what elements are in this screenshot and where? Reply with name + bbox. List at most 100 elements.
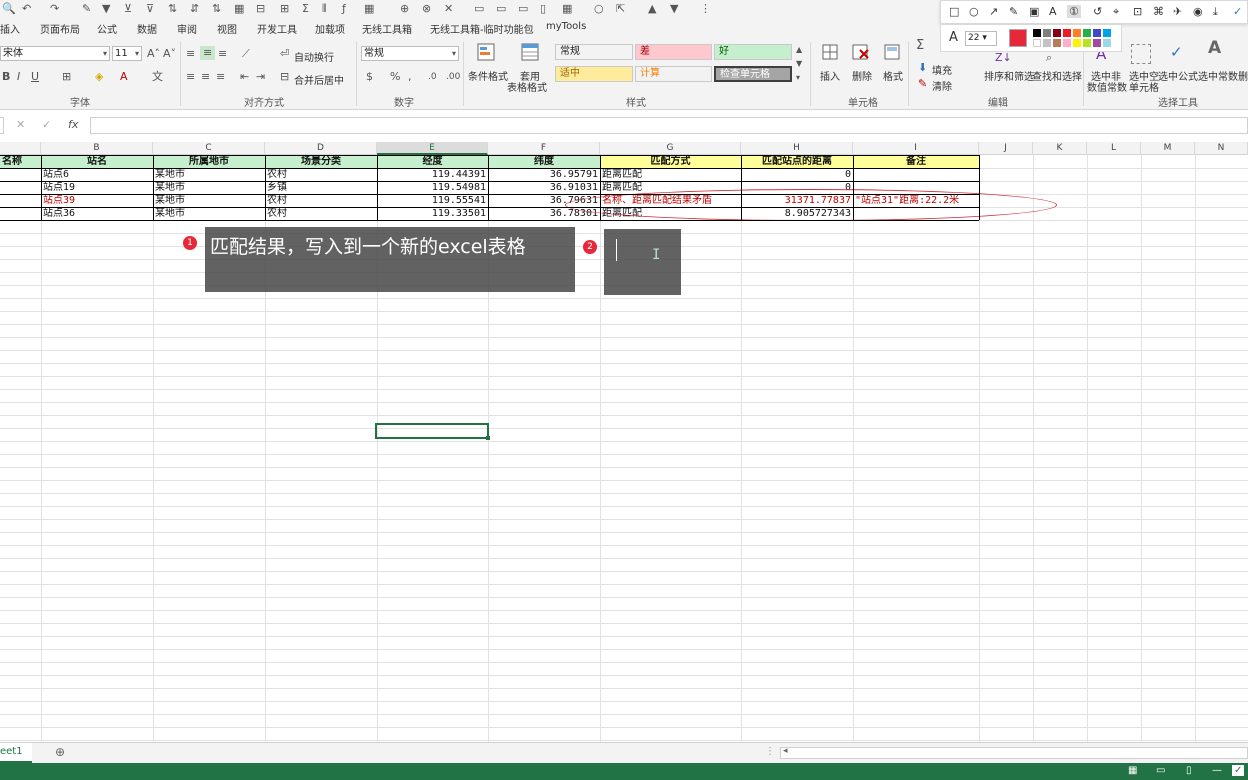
bold-icon[interactable]: B [2,71,10,83]
column-header-f[interactable]: F [488,142,600,155]
align-bottom-icon[interactable]: ≡ [218,48,227,60]
column-header-b[interactable]: B [41,142,153,155]
autosum-icon[interactable]: Σ [916,39,924,52]
font-size-combo[interactable]: 11 [112,46,142,61]
sort-asc-icon[interactable]: ⇅ [168,2,177,16]
delete-tool-button[interactable]: 删 [1238,68,1248,83]
header-cell-match-distance[interactable]: 匹配站点的距离 [741,155,853,168]
table-cell[interactable]: 某地市 [153,168,265,181]
style-check-cell[interactable]: 检查单元格 [714,66,792,82]
column-header-e[interactable]: E [377,142,488,155]
table-cell[interactable]: 站点36 [41,207,153,220]
percent-icon[interactable]: % [390,71,400,83]
color-swatch[interactable] [1073,29,1081,37]
align-left-icon[interactable]: ≡ [186,71,195,83]
phonetic-icon[interactable]: 文 [152,71,163,83]
wrap-text-button[interactable]: 自动换行 [294,49,334,64]
tab-mytools[interactable]: myTools [546,21,586,32]
sort-icon[interactable]: ⇅ [212,2,221,16]
grid-icon[interactable]: ▦ [364,2,374,16]
style-calculation[interactable]: 计算 [635,66,712,82]
delete-cells-icon[interactable] [850,42,870,62]
color-swatch[interactable] [1033,39,1041,47]
tab-wireless-toolbox[interactable]: 无线工具箱 [362,21,412,36]
merge-center-button[interactable]: 合并后居中 [294,72,344,87]
header-cell-city[interactable]: 所属地市 [153,155,265,168]
insert-cells-icon[interactable] [820,42,840,62]
decrease-decimal-icon[interactable]: .00 [446,71,460,83]
text-tool-icon[interactable]: A [1049,5,1057,18]
zoom-out-icon[interactable]: — [1212,765,1222,776]
border-icon[interactable]: ⊞ [62,71,71,83]
annotation-size-select[interactable]: 22 ▾ [965,31,997,46]
conditional-format-button[interactable]: 条件格式 [468,68,508,83]
select-formula-icon[interactable]: ✓ [1170,45,1183,60]
style-good[interactable]: 好 [714,44,792,60]
color-swatch[interactable] [1103,29,1111,37]
color-swatch[interactable] [1053,29,1061,37]
font-name-combo[interactable]: 宋体 [0,46,110,61]
color-swatch[interactable] [1093,29,1101,37]
color-swatch[interactable] [1053,39,1061,47]
sheet-tab-sheet1[interactable]: eet1 [0,743,32,763]
sort-filter-button[interactable]: 排序和筛选 [984,68,1034,83]
column-header-d[interactable]: D [265,142,377,155]
normal-view-icon[interactable]: ▦ [1128,765,1137,776]
color-swatch[interactable] [1033,29,1041,37]
color-swatch[interactable] [1043,39,1051,47]
increase-decimal-icon[interactable]: .0 [428,71,437,83]
split-icon[interactable]: ⫴ [322,2,327,16]
table-cell[interactable]: 某地市 [153,207,265,220]
function-icon[interactable]: ƒ [342,2,346,16]
table-cell[interactable]: 36.95791 [488,168,600,181]
horizontal-scrollbar[interactable]: ◂ [780,746,1248,759]
page-layout-view-icon[interactable]: ▭ [1156,765,1165,776]
select-formula-button[interactable]: 选中公式 [1158,68,1198,83]
align-top-icon[interactable]: ≡ [186,48,195,60]
rectangle-tool-icon[interactable]: □ [949,5,959,18]
unmerge-icon[interactable]: ⊗ [422,2,431,16]
color-swatch[interactable] [1073,39,1081,47]
circle-icon[interactable]: ○ [594,2,604,16]
pen-tool-icon[interactable]: ✎ [1009,5,1018,18]
save-icon[interactable]: ⤓ [1213,5,1218,19]
tab-wireless-temp[interactable]: 无线工具箱-临时功能包 [430,21,534,36]
formula-input[interactable] [90,117,1248,134]
table-cell[interactable]: 站点19 [41,181,153,194]
color-swatch[interactable] [1043,29,1051,37]
active-cell[interactable] [375,423,489,439]
color-swatch[interactable] [1083,39,1091,47]
view4-icon[interactable]: ▯ [540,2,546,16]
tab-review[interactable]: 审阅 [177,21,197,36]
select-const-button[interactable]: 选中常数 [1198,68,1238,83]
tab-formula[interactable]: 公式 [97,21,117,36]
merge-icon[interactable]: ⊕ [400,2,409,16]
style-bad[interactable]: 差 [635,44,712,60]
conditional-format-icon[interactable] [476,42,496,62]
column-header-n[interactable]: N [1195,142,1248,155]
table-cell[interactable]: 0 [741,168,853,181]
table-cell[interactable]: 站点6 [41,168,153,181]
header-cell-name[interactable]: 名称 [0,155,41,168]
increase-indent-icon[interactable]: ⇥ [256,71,265,83]
table-format-icon[interactable] [520,42,540,62]
table-cell[interactable]: 119.44391 [377,168,488,181]
view1-icon[interactable]: ▭ [474,2,484,16]
filter-icon[interactable]: ▼ [102,2,110,16]
delete-cells-button[interactable]: 删除 [852,68,872,83]
form-icon[interactable]: ⊞ [280,2,289,16]
pointer-icon[interactable]: ⇱ [616,2,625,16]
cancel-icon[interactable]: ✕ [16,118,25,131]
pin-icon[interactable]: ⌖ [1113,5,1119,19]
align-right-icon[interactable]: ≡ [216,71,225,83]
color-swatch[interactable] [1063,29,1071,37]
tab-addins[interactable]: 加载项 [315,21,345,36]
comma-icon[interactable]: , [408,71,412,83]
color-swatch[interactable] [1093,39,1101,47]
grow-font-icon[interactable]: A˄ [147,48,160,60]
column-header-k[interactable]: K [1033,142,1087,155]
decrease-indent-icon[interactable]: ⇤ [240,71,249,83]
down-icon[interactable]: ▼ [670,2,678,16]
pin-to-screen-icon[interactable]: ✈ [1173,5,1182,18]
sort-desc-icon[interactable]: ⇵ [190,2,199,16]
